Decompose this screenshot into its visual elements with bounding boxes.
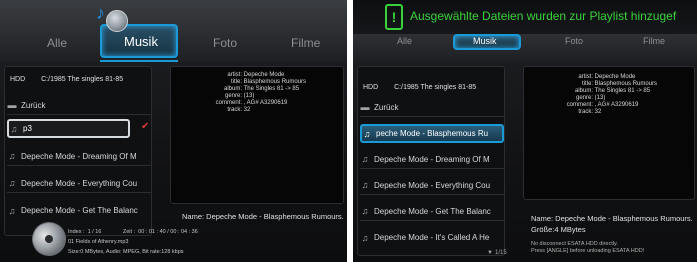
meta-comment: comment: , AG# A3290619 — [566, 102, 639, 108]
folder-icon: ▬ — [360, 102, 370, 112]
music-note-icon: ♫ — [8, 205, 16, 216]
knob-icon — [106, 10, 128, 32]
meta-track: track: 32 — [227, 107, 251, 113]
list-item-label: Zurück — [21, 100, 46, 110]
meta-title: title: Blasphemous Rumours — [230, 79, 307, 85]
file-name-line: Name: Depeche Mode - Blasphemous Rumours… — [531, 214, 693, 223]
tab-filme[interactable]: Filme — [643, 36, 665, 46]
meta-genre: genre: (13) — [224, 93, 255, 99]
meta-title: title: Blasphemous Rumours — [581, 81, 658, 87]
list-item-selected[interactable]: ♫ p3 — [7, 119, 130, 138]
meta-genre: genre: (13) — [575, 95, 606, 101]
music-note-icon: ♫ — [363, 128, 371, 139]
right-screenshot-panel: Alle Musik Foto Filme ! Ausgewählte Date… — [353, 0, 697, 262]
list-item-label: Depeche Mode - Dreaming Of M — [21, 151, 137, 161]
tab-bar: Alle Musik Foto Filme — [0, 0, 347, 62]
file-name-line: Name: Depeche Mode - Blasphemous Rumours… — [182, 212, 344, 221]
notification-text: Ausgewählte Dateien wurden zur Playlist … — [410, 9, 677, 23]
tab-alle[interactable]: Alle — [47, 36, 67, 50]
file-size-line: Größe:4 MBytes — [531, 225, 586, 234]
meta-artist: artist: Depeche Mode — [578, 74, 636, 80]
index-line: Index : 1 / 16 Zeit : 00 : 01 : 40 / 00 … — [68, 229, 198, 235]
meta-comment: comment: , AG# A3290619 — [215, 100, 288, 106]
folder-path: C:/1985 The singles 81-85 — [41, 76, 124, 83]
checkmark-icon: ✔ — [141, 121, 150, 132]
music-note-icon: ♫ — [8, 178, 16, 188]
list-item[interactable]: ♫ Depeche Mode - Dreaming Of M — [7, 147, 151, 166]
music-note-icon: ♫ — [361, 232, 369, 243]
tab-alle[interactable]: Alle — [397, 36, 412, 46]
meta-album: album: The Singles 81 -> 85 — [574, 88, 651, 94]
meta-track: track: 32 — [578, 109, 602, 115]
path-row: HDD C:/1985 The singles 81-85 — [363, 84, 477, 91]
music-note-icon: ♪ — [96, 3, 105, 23]
list-item-back[interactable]: ▬ Zurück — [360, 98, 504, 117]
list-item[interactable]: ♫ Depeche Mode - Everything Cou — [7, 174, 151, 193]
path-row: HDD C:/1985 The singles 81-85 — [10, 76, 123, 83]
tab-foto[interactable]: Foto — [213, 36, 237, 50]
file-info-line: Size:0 MBytes, Audio: MPEG, Bit rate:128… — [68, 249, 184, 255]
meta-album: album: The Singles 81 -> 85 — [223, 86, 300, 92]
list-item-selected[interactable]: ♫ peche Mode - Blasphemous Ru — [360, 124, 504, 143]
tab-filme[interactable]: Filme — [291, 36, 320, 50]
list-item[interactable]: ♫ Depeche Mode - It's Called A He — [360, 228, 504, 247]
item-counter: 1/15 — [495, 250, 507, 256]
list-item-back[interactable]: ▬ Zurück — [7, 96, 151, 115]
warning-line-1: No disconnect ESATA HDD directly. — [531, 241, 618, 247]
music-note-icon: ♫ — [10, 123, 18, 134]
music-note-icon: ♫ — [361, 206, 369, 216]
list-item-label: p3 — [23, 124, 32, 133]
list-item-label: Depeche Mode - Get The Balanc — [21, 206, 138, 215]
playing-file-line: 01 Fields of Athenry.mp3 — [68, 239, 129, 245]
notification-banner: ! Ausgewählte Dateien wurden zur Playlis… — [353, 0, 697, 34]
folder-icon: ▬ — [7, 100, 17, 110]
list-item-label: Depeche Mode - Everything Cou — [21, 178, 138, 188]
music-note-icon: ♫ — [8, 151, 16, 161]
music-note-icon: ♫ — [361, 180, 369, 190]
drive-label: HDD — [10, 76, 26, 83]
scroll-down-icon[interactable]: ▼ — [487, 250, 493, 256]
tab-musik-label: Musik — [124, 34, 158, 49]
list-item[interactable]: ♫ Depeche Mode - Get The Balanc — [360, 202, 504, 221]
left-screenshot-panel: Alle Musik Foto Filme ♪ HDD C:/1985 The … — [0, 0, 347, 262]
active-tab-underline — [100, 60, 178, 62]
tab-musik[interactable]: Musik — [453, 34, 521, 50]
meta-artist: artist: Depeche Mode — [227, 72, 285, 78]
list-item[interactable]: ♫ Depeche Mode - Get The Balanc — [7, 201, 151, 220]
tab-foto[interactable]: Foto — [565, 36, 583, 46]
list-item[interactable]: ♫ Depeche Mode - Dreaming Of M — [360, 150, 504, 169]
exclamation-icon: ! — [385, 4, 403, 30]
warning-line-2: Press [ANGLE] before unloading ESATA HDD… — [531, 248, 645, 254]
list-item[interactable]: ♫ Depeche Mode - Everything Cou — [360, 176, 504, 195]
music-note-icon: ♫ — [361, 154, 369, 164]
